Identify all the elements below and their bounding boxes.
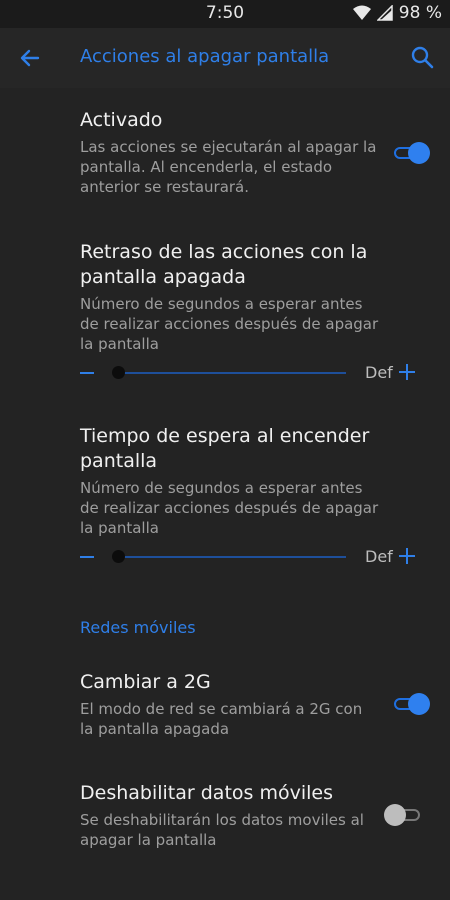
pref-switch-2g[interactable]: Cambiar a 2G El modo de red se cambiará … <box>80 670 380 739</box>
pref-disable-data[interactable]: Deshabilitar datos móviles Se deshabilit… <box>80 781 380 850</box>
switch-2g-toggle[interactable] <box>392 693 430 715</box>
wake-wait-plus-button[interactable] <box>398 547 418 567</box>
disable-data-toggle[interactable] <box>384 804 422 826</box>
pref-switch-2g-summary: El modo de red se cambiará a 2G con la p… <box>80 700 363 738</box>
toggle-thumb <box>408 693 430 715</box>
pref-delay-title: Retraso de las acciones con la pantalla … <box>80 241 368 288</box>
delay-slider-track[interactable] <box>118 372 346 374</box>
toggle-thumb <box>408 142 430 164</box>
app-bar: Acciones al apagar pantalla <box>0 28 450 88</box>
pref-activated-title: Activado <box>80 109 163 131</box>
pref-delay-summary: Número de segundos a esperar antes de re… <box>80 295 379 353</box>
status-bar: 7:50 98 % <box>0 0 450 28</box>
delay-plus-button[interactable] <box>398 363 418 383</box>
page-title: Acciones al apagar pantalla <box>80 46 330 67</box>
delay-slider-thumb[interactable] <box>112 366 125 379</box>
pref-disable-data-summary: Se deshabilitarán los datos moviles al a… <box>80 811 364 849</box>
search-icon[interactable] <box>408 43 438 73</box>
category-mobile-networks: Redes móviles <box>80 618 196 637</box>
battery-level: 98 % <box>398 3 442 23</box>
wake-wait-slider-thumb[interactable] <box>112 550 125 563</box>
status-icons: 98 % <box>352 3 442 23</box>
pref-activated-summary: Las acciones se ejecutarán al apagar la … <box>80 138 377 196</box>
pref-wake-wait-title: Tiempo de espera al encender pantalla <box>80 425 370 472</box>
pref-delay[interactable]: Retraso de las acciones con la pantalla … <box>80 240 380 354</box>
settings-list: Activado Las acciones se ejecutarán al a… <box>0 88 450 900</box>
signal-icon <box>376 5 393 21</box>
arrow-left-icon[interactable] <box>16 44 46 72</box>
delay-default-label[interactable]: Def <box>365 363 393 382</box>
delay-slider-row: Def <box>78 361 428 385</box>
pref-switch-2g-title: Cambiar a 2G <box>80 671 211 693</box>
pref-wake-wait[interactable]: Tiempo de espera al encender pantalla Nú… <box>80 424 380 538</box>
wake-wait-default-label[interactable]: Def <box>365 547 393 566</box>
wake-wait-slider-track[interactable] <box>118 556 346 558</box>
wake-wait-minus-button[interactable] <box>78 545 98 569</box>
wifi-icon <box>352 5 371 21</box>
delay-minus-button[interactable] <box>78 361 98 385</box>
pref-disable-data-title: Deshabilitar datos móviles <box>80 782 333 804</box>
activated-toggle[interactable] <box>392 142 430 164</box>
pref-wake-wait-summary: Número de segundos a esperar antes de re… <box>80 479 379 537</box>
toggle-thumb <box>384 804 406 826</box>
wake-wait-slider-row: Def <box>78 545 428 569</box>
pref-activated[interactable]: Activado Las acciones se ejecutarán al a… <box>80 108 380 197</box>
